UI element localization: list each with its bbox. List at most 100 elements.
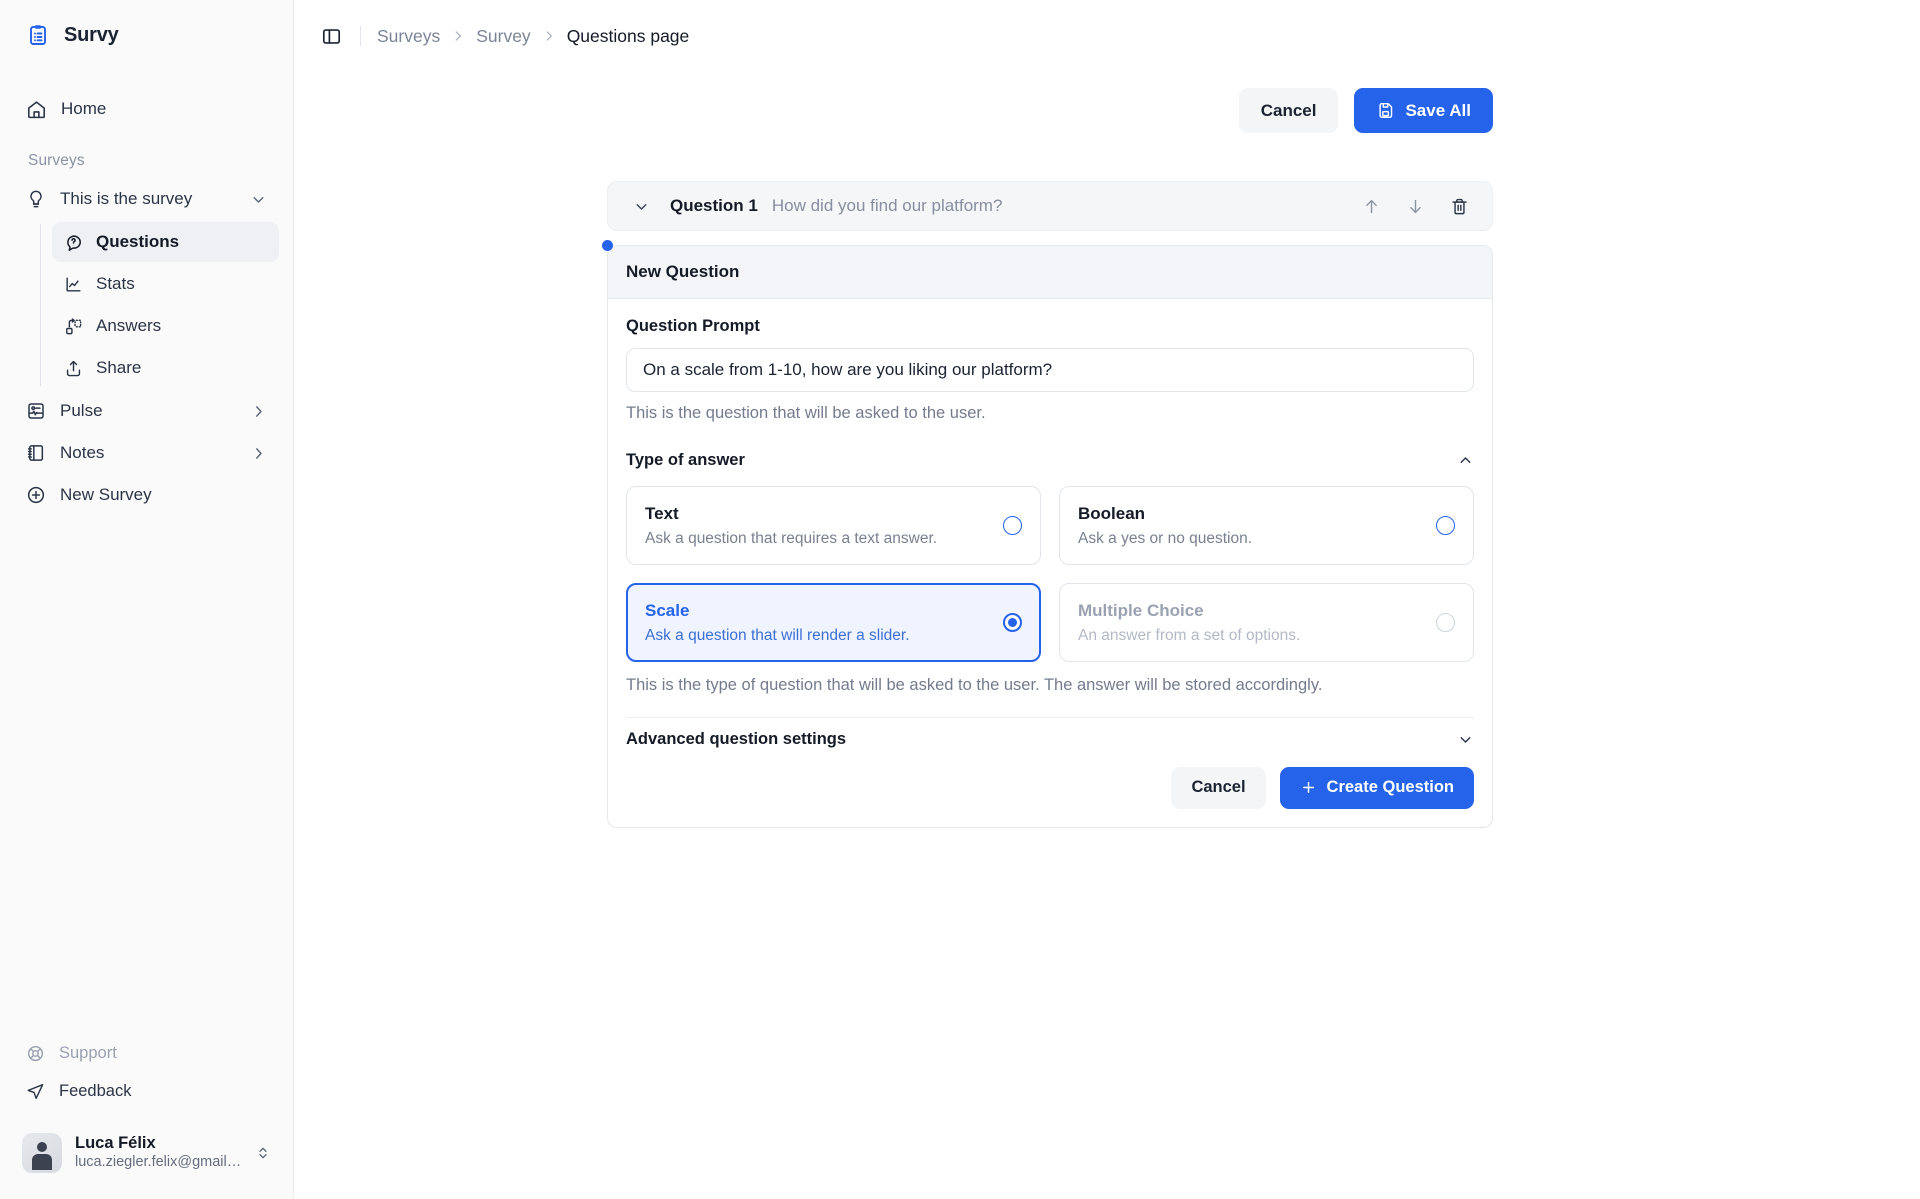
unsaved-indicator-dot [602,240,613,251]
new-question-card: New Question Question Prompt This is the… [602,240,1493,828]
sidebar-item-label: Share [96,358,142,377]
sidebar-item-feedback[interactable]: Feedback [14,1073,279,1111]
advanced-settings-accordion-header[interactable]: Advanced question settings [626,716,1474,761]
radio-text[interactable] [1003,515,1022,535]
topbar: Surveys Survey Questions page [294,0,1920,72]
sidebar-item-label: Notes [60,443,105,462]
question-prompt-help: This is the question that will be asked … [626,404,986,422]
topbar-divider [360,26,361,46]
question-prompt-label: Question Prompt [626,317,760,335]
sidebar-item-label: Pulse [60,401,103,420]
notebook-icon [26,443,46,463]
option-title: Multiple Choice [1078,600,1204,620]
sidebar-item-new-survey[interactable]: New Survey [14,474,279,516]
option-texts: Scale Ask a question that will render a … [645,600,991,645]
breadcrumb-item-surveys[interactable]: Surveys [377,26,440,47]
sidebar-item-label: Support [59,1044,117,1063]
chevron-down-icon[interactable] [250,191,267,208]
option-description: Ask a question that requires a text answ… [645,529,938,547]
sidebar-subnav: Questions Stats Answers Share [40,222,293,388]
advanced-settings-title: Advanced question settings [626,729,847,748]
new-question-body: Question Prompt This is the question tha… [608,299,1492,761]
new-question-footer: Cancel Create Question [608,761,1492,827]
arrow-down-icon[interactable] [1400,191,1430,221]
radio-scale[interactable] [1003,612,1022,632]
option-texts: Boolean Ask a yes or no question. [1078,503,1424,548]
cancel-all-button[interactable]: Cancel [1238,88,1339,133]
create-question-label: Create Question [1326,778,1454,797]
brand-name: Survy [64,23,119,46]
sidebar-nav: Home Surveys This is the survey Question… [0,70,293,1035]
radio-boolean[interactable] [1436,515,1455,535]
chevron-down-icon[interactable] [1457,731,1474,748]
share-upload-icon [64,359,83,378]
answer-type-option-text[interactable]: Text Ask a question that requires a text… [626,486,1041,565]
chevrons-up-down-icon[interactable] [255,1145,271,1161]
page-actions: Cancel Save All [607,72,1493,133]
option-title: Text [645,504,679,523]
cancel-question-button[interactable]: Cancel [1171,766,1266,809]
sidebar-item-home[interactable]: Home [14,88,279,130]
radio-multiple-choice [1436,612,1455,632]
create-question-button[interactable]: Create Question [1279,766,1474,809]
breadcrumb: Surveys Survey Questions page [377,26,689,47]
option-description: Ask a yes or no question. [1078,529,1253,547]
sidebar-item-share[interactable]: Share [52,348,279,388]
answer-type-options: Text Ask a question that requires a text… [626,486,1474,662]
sidebar-item-notes[interactable]: Notes [14,432,279,474]
user-email: luca.ziegler.felix@gmail.com [75,1154,242,1171]
main-area: Surveys Survey Questions page Cancel Sav… [294,0,1920,1199]
type-of-answer-accordion-header[interactable]: Type of answer [626,439,1474,482]
option-description: An answer from a set of options. [1078,626,1301,644]
home-icon [26,99,47,120]
answer-type-option-boolean[interactable]: Boolean Ask a yes or no question. [1059,486,1474,565]
trash-icon[interactable] [1444,191,1474,221]
question-row-prompt: How did you find our platform? [771,196,1003,215]
user-account-switcher[interactable]: Luca Félix luca.ziegler.felix@gmail.com [12,1125,281,1181]
question-prompt-input[interactable] [626,348,1474,392]
sidebar-item-questions[interactable]: Questions [52,222,279,262]
plus-circle-icon [26,485,46,505]
chevron-up-icon[interactable] [1457,452,1474,469]
chevron-right-icon[interactable] [250,445,267,462]
sidebar-item-this-is-the-survey[interactable]: This is the survey [14,178,279,220]
option-description: Ask a question that will render a slider… [645,626,910,644]
plus-icon [1300,779,1317,796]
answer-type-option-multiple-choice: Multiple Choice An answer from a set of … [1059,582,1474,662]
sidebar: Survy Home Surveys This is the survey Qu… [0,0,294,1199]
brand[interactable]: Survy [0,0,293,70]
answer-type-help: This is the type of question that will b… [626,675,1323,694]
type-of-answer-title: Type of answer [626,451,745,469]
sidebar-item-stats[interactable]: Stats [52,264,279,304]
sidebar-item-label: Home [61,99,107,118]
option-title: Scale [645,600,690,620]
lifebuoy-icon [26,1044,45,1063]
option-texts: Multiple Choice An answer from a set of … [1078,600,1424,645]
message-question-icon [64,233,83,252]
chevron-down-icon[interactable] [626,191,656,221]
content: Cancel Save All Question 1 How did you f… [294,72,1920,828]
new-question-header: New Question [608,246,1492,299]
user-name: Luca Félix [75,1133,156,1152]
user-texts: Luca Félix luca.ziegler.felix@gmail.com [75,1133,242,1173]
chevron-right-icon [451,29,465,43]
answers-icon [64,317,83,336]
avatar [22,1132,62,1173]
option-texts: Text Ask a question that requires a text… [645,503,991,548]
sidebar-item-pulse[interactable]: Pulse [14,390,279,432]
sidebar-item-label: New Survey [60,485,152,504]
arrow-up-icon[interactable] [1356,191,1386,221]
sidebar-item-answers[interactable]: Answers [52,306,279,346]
question-row-1[interactable]: Question 1 How did you find our platform… [607,181,1493,231]
sidebar-item-support[interactable]: Support [14,1035,279,1073]
save-all-button[interactable]: Save All [1354,88,1493,133]
answer-type-option-scale[interactable]: Scale Ask a question that will render a … [626,582,1041,662]
sidebar-item-label: Questions [96,232,180,251]
option-title: Boolean [1078,504,1146,523]
chevron-right-icon[interactable] [250,403,267,420]
sidebar-item-label: Stats [96,274,135,293]
save-all-label: Save All [1405,100,1471,120]
breadcrumb-item-survey[interactable]: Survey [476,26,530,47]
chevron-right-icon [542,29,556,43]
panel-left-icon[interactable] [314,19,348,53]
